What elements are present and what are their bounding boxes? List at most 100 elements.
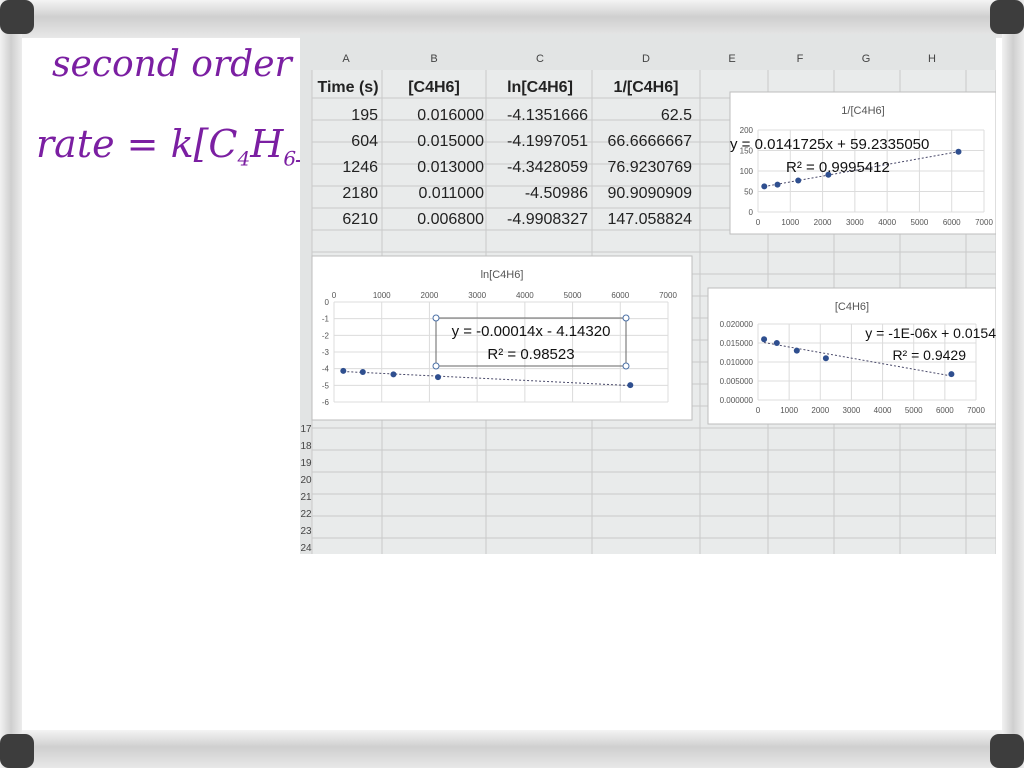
- frame-corner-bottom-left: [0, 734, 34, 768]
- chart-1-equation-handle-1[interactable]: [622, 314, 630, 322]
- chart-2-point-1: [773, 340, 780, 346]
- chart-1-xtick-2: 2000: [421, 291, 439, 300]
- chart-1-ytick-3: -3: [322, 348, 330, 357]
- chart-2-ytick-3: 0.015000: [720, 339, 754, 348]
- chart-1-xtick-4: 4000: [516, 291, 534, 300]
- cell-inv-2: 76.9230769: [607, 159, 692, 176]
- chart-0-r-squared: R² = 0.9995412: [786, 159, 890, 176]
- chart-2-ytick-0: 0.000000: [720, 396, 754, 405]
- chart-1-point-1: [359, 368, 366, 375]
- frame-corner-top-left: [0, 0, 34, 34]
- column-letter-C: C: [536, 53, 544, 65]
- cell-inv-0: 62.5: [661, 107, 692, 124]
- chart-1-xtick-1: 1000: [373, 291, 391, 300]
- note-rate-law-h: H: [250, 122, 284, 166]
- cell-inv-4: 147.058824: [607, 211, 692, 228]
- chart-0-point-1: [774, 181, 781, 188]
- note-rate-law: rate = k[C4H6]2: [36, 122, 324, 171]
- chart-0-ytick-1: 50: [744, 188, 753, 197]
- table-header-1: [C4H6]: [408, 79, 460, 96]
- frame-right: [1002, 0, 1024, 768]
- chart-1-ytick-2: -2: [322, 331, 330, 340]
- row-number-20: 20: [300, 475, 312, 486]
- chart-1-point-2: [390, 371, 397, 378]
- chart-0-ytick-0: 0: [749, 208, 754, 217]
- row-number-24: 24: [300, 543, 312, 554]
- chart-1-equation-handle-3[interactable]: [622, 362, 630, 370]
- chart-2-point-0: [761, 336, 768, 343]
- note-sub-4: 4: [237, 146, 251, 171]
- chart-2-point-2: [793, 347, 800, 354]
- column-letter-B: B: [430, 53, 437, 65]
- column-letter-G: G: [862, 53, 871, 65]
- chart-1-point-4: [627, 382, 634, 389]
- cell-conc-1: 0.015000: [417, 133, 484, 150]
- chart-1-ytick-0: 0: [325, 298, 330, 307]
- table-header-2: ln[C4H6]: [507, 79, 573, 96]
- chart-0-xtick-3: 3000: [846, 218, 864, 227]
- spreadsheet-photo: A B C D E F G H 17 18 19 20 21 22 23 24 Time (s) [C4H6] ln…: [300, 34, 996, 554]
- row-number-18: 18: [300, 441, 312, 452]
- chart-2-ytick-2: 0.010000: [720, 358, 754, 367]
- chart-2-point-4: [948, 371, 955, 378]
- frame-corner-top-right: [990, 0, 1024, 34]
- chart-2-r-squared: R² = 0.9429: [892, 347, 966, 363]
- frame-top: [0, 0, 1024, 38]
- chart-1-equation-handle-2[interactable]: [432, 362, 440, 370]
- chart-1-ytick-6: -6: [322, 398, 330, 407]
- chart-1-ytick-1: -1: [322, 315, 330, 324]
- chart-0-ytick-2: 100: [740, 167, 754, 176]
- chart-1-xtick-6: 6000: [611, 291, 629, 300]
- row-number-22: 22: [300, 509, 312, 520]
- frame-bottom: [0, 730, 1024, 768]
- chart-0-xtick-7: 7000: [975, 218, 993, 227]
- chart-2-xtick-3: 3000: [843, 406, 861, 415]
- cell-ln-3: -4.50986: [525, 185, 588, 202]
- chart-1-ytick-5: -5: [322, 381, 330, 390]
- chart-1-ytick-4: -4: [322, 365, 330, 374]
- chart-0-xtick-2: 2000: [814, 218, 832, 227]
- column-letter-E: E: [728, 53, 735, 65]
- spreadsheet-image: A B C D E F G H 17 18 19 20 21 22 23 24 Time (s) [C4H6] ln…: [300, 34, 996, 554]
- row-number-21: 21: [300, 492, 312, 503]
- note-sub-6: 6: [283, 146, 297, 171]
- chart-2-ytick-1: 0.005000: [720, 377, 754, 386]
- chart-2-xtick-5: 5000: [905, 406, 923, 415]
- chart-1-equation-handle-0[interactable]: [432, 314, 440, 322]
- cell-time-3: 2180: [342, 185, 378, 202]
- cell-conc-0: 0.016000: [417, 107, 484, 124]
- frame-corner-bottom-right: [990, 734, 1024, 768]
- column-letter-A: A: [342, 53, 350, 65]
- chart-0-title: 1/[C4H6]: [841, 105, 884, 117]
- chart-0-equation: y = 0.0141725x + 59.2335050: [730, 136, 929, 153]
- chart-0-xtick-6: 6000: [943, 218, 961, 227]
- chart-0-xtick-5: 5000: [911, 218, 929, 227]
- cell-inv-3: 90.9090909: [607, 185, 692, 202]
- column-letter-F: F: [797, 53, 804, 65]
- cell-time-4: 6210: [342, 211, 378, 228]
- chart-1-r-squared: R² = 0.98523: [487, 346, 574, 363]
- chart-1-xtick-0: 0: [332, 291, 337, 300]
- chart-1-xtick-3: 3000: [468, 291, 486, 300]
- chart-0-point-0: [761, 183, 768, 190]
- chart-0-point-4: [955, 148, 962, 155]
- chart-0-point-2: [795, 177, 802, 184]
- column-letter-D: D: [642, 53, 650, 65]
- chart-0-xtick-4: 4000: [878, 218, 896, 227]
- chart-1-point-0: [340, 367, 347, 374]
- chart-2-xtick-0: 0: [756, 406, 761, 415]
- cell-inv-1: 66.6666667: [607, 133, 692, 150]
- note-second-order: second order: [52, 44, 292, 85]
- cell-ln-4: -4.9908327: [507, 211, 588, 228]
- cell-time-0: 195: [351, 107, 378, 124]
- cell-time-1: 604: [351, 133, 378, 150]
- chart-2-xtick-2: 2000: [811, 406, 829, 415]
- cell-ln-0: -4.1351666: [507, 107, 588, 124]
- chart-1-point-3: [435, 374, 442, 381]
- cell-conc-4: 0.006800: [417, 211, 484, 228]
- cell-conc-2: 0.013000: [417, 159, 484, 176]
- row-number-23: 23: [300, 526, 312, 537]
- chart-2-point-3: [822, 355, 829, 362]
- chart-1-xtick-7: 7000: [659, 291, 677, 300]
- chart-2-xtick-1: 1000: [780, 406, 798, 415]
